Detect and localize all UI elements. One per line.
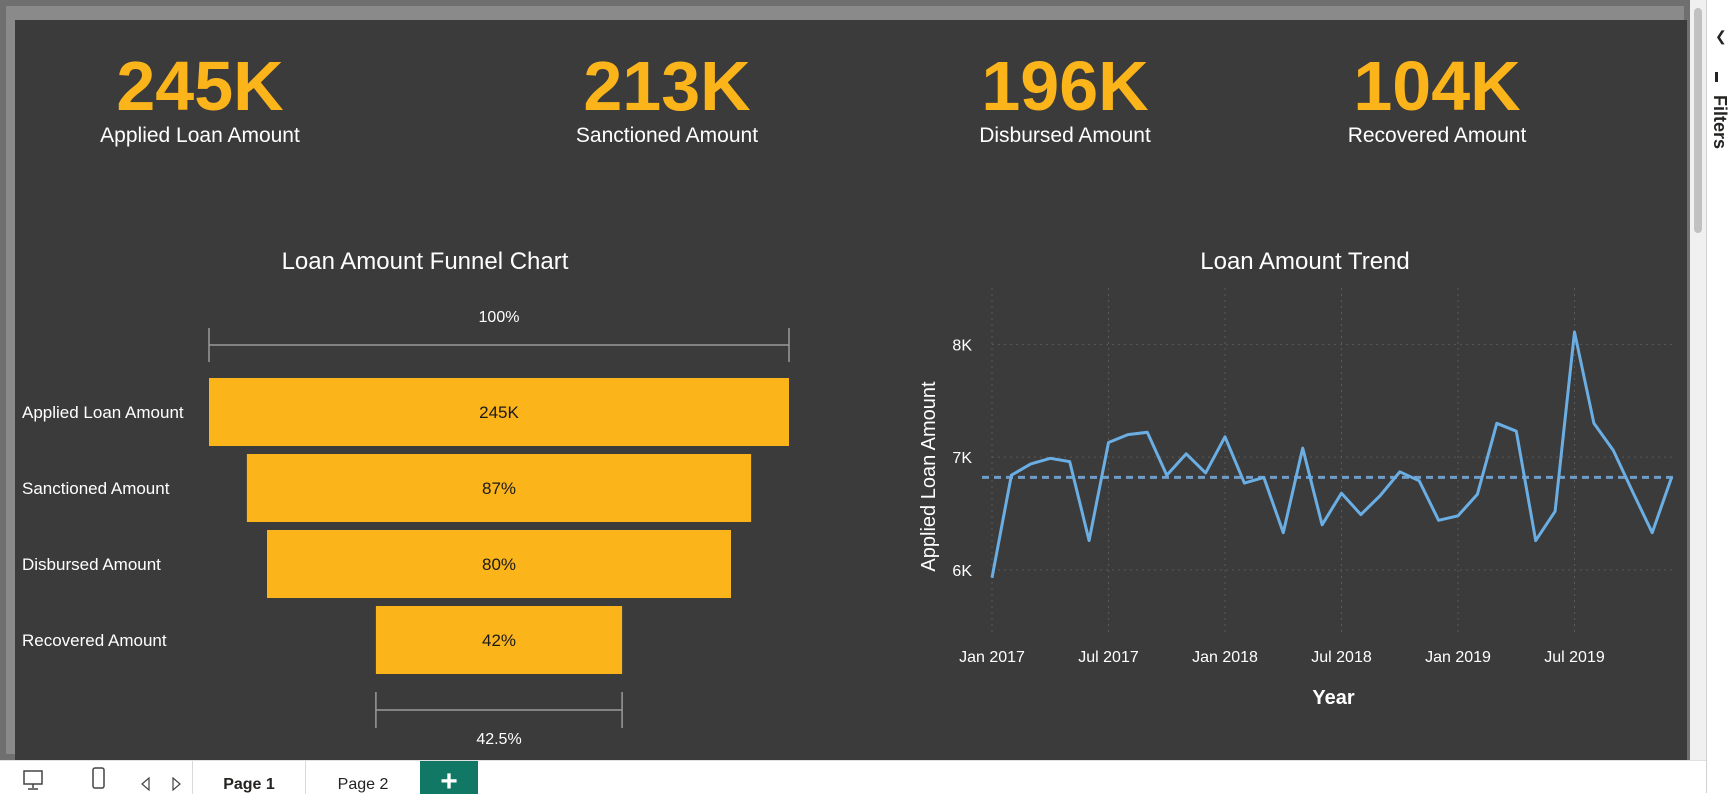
next-page-icon[interactable]: [170, 777, 182, 791]
y-axis-title: Applied Loan Amount: [918, 381, 940, 572]
series-line: [990, 330, 1674, 579]
mobile-layout-icon[interactable]: [90, 767, 108, 791]
kpi-label: Disbursed Amount: [979, 124, 1151, 147]
x-tick-label: Jul 2019: [1544, 649, 1605, 666]
report-canvas: 245K Applied Loan Amount 213K Sanctioned…: [15, 20, 1687, 760]
add-page-button[interactable]: +: [420, 761, 478, 798]
funnel-top-label: 100%: [479, 309, 520, 326]
x-tick-label: Jul 2018: [1311, 649, 1372, 666]
previous-page-icon[interactable]: [140, 777, 152, 791]
kpi-card-sanctioned[interactable]: 213K Sanctioned Amount: [507, 48, 827, 148]
kpi-value: 196K: [981, 47, 1149, 125]
funnel-chart-title: Loan Amount Funnel Chart: [281, 248, 569, 275]
funnel-category-label: Applied Loan Amount: [22, 403, 184, 422]
y-tick-label: 7K: [952, 450, 972, 467]
desktop-layout-icon[interactable]: [22, 769, 46, 791]
kpi-card-disbursed[interactable]: 196K Disbursed Amount: [905, 48, 1225, 148]
report-canvas-frame: 245K Applied Loan Amount 213K Sanctioned…: [0, 0, 1690, 760]
x-axis-title: Year: [1312, 687, 1354, 709]
filters-pane-label: Filters: [1710, 95, 1730, 150]
funnel-bar-label: 87%: [482, 479, 516, 498]
kpi-label: Recovered Amount: [1347, 124, 1527, 147]
trend-chart-title: Loan Amount Trend: [1200, 248, 1410, 275]
x-tick-label: Jan 2019: [1425, 649, 1491, 666]
chevron-left-icon[interactable]: ❮: [1715, 28, 1727, 45]
tab-page-1[interactable]: Page 1: [192, 761, 305, 794]
filters-pane[interactable]: ❮ Filters: [1706, 0, 1732, 793]
funnel-category-label: Disbursed Amount: [22, 555, 161, 574]
tab-page-2[interactable]: Page 2: [305, 761, 421, 794]
kpi-card-applied[interactable]: 245K Applied Loan Amount: [40, 48, 360, 148]
x-tick-label: Jan 2017: [959, 649, 1025, 666]
filter-icon: [1715, 72, 1718, 82]
kpi-value: 213K: [583, 47, 751, 125]
kpi-card-recovered[interactable]: 104K Recovered Amount: [1277, 48, 1597, 148]
kpi-value: 104K: [1353, 47, 1521, 125]
funnel-bottom-label: 42.5%: [476, 731, 521, 748]
vertical-scrollbar[interactable]: [1690, 0, 1706, 760]
trend-chart[interactable]: 6K 7K 8K Jan 2017 Jul 2017 Jan 2018 Jul 2018 Ja…: [895, 280, 1685, 750]
x-tick-label: Jan 2018: [1192, 649, 1258, 666]
scrollbar-thumb[interactable]: [1694, 8, 1702, 233]
funnel-bar-label: 245K: [479, 403, 519, 422]
page-navigation-bar: Page 1 Page 2 +: [0, 760, 1706, 798]
funnel-bar-label: 80%: [482, 555, 516, 574]
x-tick-label: Jul 2017: [1078, 649, 1139, 666]
funnel-bars: [209, 378, 789, 674]
kpi-label: Applied Loan Amount: [100, 124, 300, 147]
funnel-chart[interactable]: 100% 245K Applied Loan Amount 87% Sanctioned…: [15, 280, 845, 750]
funnel-category-label: Sanctioned Amount: [22, 479, 170, 498]
kpi-label: Sanctioned Amount: [575, 124, 759, 147]
y-tick-label: 6K: [952, 563, 972, 580]
y-tick-label: 8K: [952, 337, 972, 354]
funnel-category-label: Recovered Amount: [22, 631, 167, 650]
kpi-value: 245K: [116, 47, 284, 125]
funnel-bar-label: 42%: [482, 631, 516, 650]
